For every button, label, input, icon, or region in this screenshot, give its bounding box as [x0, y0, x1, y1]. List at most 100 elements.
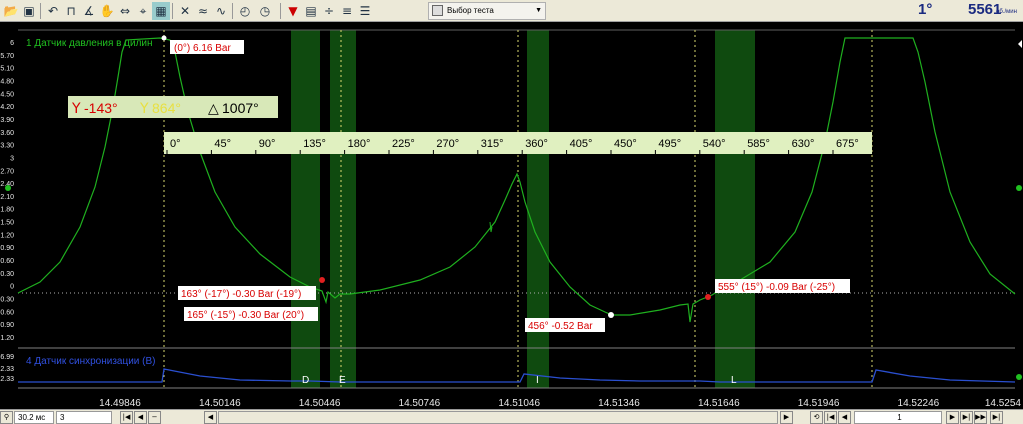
- x-tick-label: 14.5254: [985, 398, 1022, 409]
- delta-angle: 1007°: [222, 100, 259, 116]
- channel-value: 3: [60, 413, 65, 422]
- marker2-label: 165° (-15°) -0.30 Bar (20°): [187, 310, 304, 321]
- degree-tick-label: 90°: [259, 138, 276, 150]
- x-tick-label: 14.51346: [598, 398, 640, 409]
- x-tick-label: 14.51646: [698, 398, 740, 409]
- rewind-icon[interactable]: ⟲: [810, 411, 823, 424]
- scale-icon[interactable]: ⊓: [62, 2, 80, 20]
- back-icon[interactable]: ◀: [838, 411, 851, 424]
- degree-tick-label: 0°: [170, 138, 181, 150]
- scroll-right-icon[interactable]: ▶: [780, 411, 793, 424]
- end-icon[interactable]: ▶|: [990, 411, 1003, 424]
- measure-icon[interactable]: ∡: [80, 2, 98, 20]
- page-field[interactable]: 1: [854, 411, 942, 424]
- y2-tick-label: 36.99: [0, 354, 14, 361]
- y-tick-label: 0.30: [0, 271, 14, 278]
- degree-tick-label: 540°: [703, 138, 726, 150]
- y-tick-label: 2.70: [0, 168, 14, 175]
- hand-icon[interactable]: ✋: [98, 2, 116, 20]
- zone-d-label: D: [302, 375, 309, 386]
- pressure-plot[interactable]: 6 5.70 5.10 4.80 4.50 4.20 3.90 3.60 3.30 3 2.70 2.…: [0, 22, 1023, 409]
- y2-axis-ticks: 36.99 12.33 12.33: [0, 354, 14, 383]
- cursor-icon[interactable]: ⌖: [134, 2, 152, 20]
- chevron-down-icon: ▼: [535, 7, 542, 14]
- zoom-fit-icon[interactable]: ⇔: [116, 2, 134, 20]
- marker1-dot[interactable]: [319, 277, 325, 283]
- degree-tick-label: 225°: [392, 138, 415, 150]
- degree-tick-label: 45°: [214, 138, 231, 150]
- zone-i-label: I: [536, 375, 539, 386]
- marker-filter-icon[interactable]: ▼: [284, 2, 302, 20]
- prev-page-icon[interactable]: ◀: [134, 411, 147, 424]
- y-tick-label: 0.90: [0, 245, 14, 252]
- yellow-cursor-icon: Y: [139, 101, 149, 117]
- y-tick-label: -0.30: [0, 297, 14, 304]
- channel4-label: 4 Датчик синхронизации (В): [26, 356, 155, 367]
- rpm-unit: об./мин: [996, 9, 1017, 15]
- zoom-icon[interactable]: ⚲: [0, 411, 13, 424]
- y2-tick-label: 12.33: [0, 366, 14, 373]
- y-tick-label: -1.20: [0, 335, 14, 342]
- list-icon[interactable]: ☰: [356, 2, 374, 20]
- channel-select[interactable]: 3: [56, 411, 112, 424]
- main-toolbar: 📂 ▣ ↶ ⊓ ∡ ✋ ⇔ ⌖ ▦ ✕ ≈ ∿ ◴ ◷ ▼ ▤ ÷ ≡ ☰ Вы…: [0, 0, 1023, 22]
- zone-d: [291, 30, 320, 388]
- top-marker-dot[interactable]: [161, 35, 167, 41]
- x-tick-label: 14.51946: [798, 398, 840, 409]
- y-tick-label: 2.10: [0, 194, 14, 201]
- step-forward-icon[interactable]: ▶|: [960, 411, 973, 424]
- align-icon[interactable]: ≡: [338, 2, 356, 20]
- y-tick-label: 4.20: [0, 104, 14, 111]
- rpm-angle: 1°: [918, 1, 933, 18]
- first-page-icon[interactable]: |◀: [120, 411, 133, 424]
- y-tick-label: 5.10: [0, 66, 14, 73]
- y-tick-label: -0.60: [0, 309, 14, 316]
- scroll-left-icon[interactable]: ◀: [204, 411, 217, 424]
- y-tick-label: 1.80: [0, 207, 14, 214]
- table-icon[interactable]: ▤: [302, 2, 320, 20]
- horizontal-scrollbar[interactable]: [218, 411, 778, 424]
- degree-tick-label: 450°: [614, 138, 637, 150]
- degree-tick-label: 360°: [525, 138, 548, 150]
- display-mode-icon[interactable]: ▦: [152, 2, 170, 20]
- right-level-marker-2[interactable]: [1016, 374, 1022, 380]
- undo-icon[interactable]: ↶: [44, 2, 62, 20]
- x-tick-label: 14.51046: [498, 398, 540, 409]
- y-tick-label: 3.30: [0, 143, 14, 150]
- time-scale-value: 30.2 мс: [18, 413, 46, 422]
- y-tick-label: 3.60: [0, 130, 14, 137]
- step-back-icon[interactable]: |◀: [824, 411, 837, 424]
- save-icon[interactable]: ▣: [20, 2, 38, 20]
- page-value: 1: [897, 413, 902, 422]
- degree-tick-label: 315°: [481, 138, 504, 150]
- red-cursor-angle: -143°: [84, 100, 118, 116]
- x-tick-label: 14.49846: [99, 398, 141, 409]
- open-icon[interactable]: 📂: [2, 2, 20, 20]
- forward-icon[interactable]: ▶: [946, 411, 959, 424]
- marker4-dot[interactable]: [705, 294, 711, 300]
- fast-forward-icon[interactable]: ▶▶: [974, 411, 987, 424]
- y-tick-label: 4.50: [0, 91, 14, 98]
- degree-tick-label: 630°: [792, 138, 815, 150]
- oscilloscope-window: 📂 ▣ ↶ ⊓ ∡ ✋ ⇔ ⌖ ▦ ✕ ≈ ∿ ◴ ◷ ▼ ▤ ÷ ≡ ☰ Вы…: [0, 0, 1023, 424]
- degree-tick-label: 135°: [303, 138, 326, 150]
- marker1-label: 163° (-17°) -0.30 Bar (-19°): [181, 289, 301, 300]
- status-bar: ⚲ 30.2 мс 3 |◀ ◀ − ◀ ▶ ⟲ |◀ ◀ 1 ▶ ▶| ▶▶ …: [0, 409, 1023, 424]
- split-icon[interactable]: ÷: [320, 2, 338, 20]
- filter-icon[interactable]: ✕: [176, 2, 194, 20]
- wave-icon[interactable]: ≈: [194, 2, 212, 20]
- phase-icon[interactable]: ◷: [256, 2, 274, 20]
- zone-i: [527, 30, 549, 388]
- y-tick-label: 3: [10, 155, 14, 162]
- test-select-dropdown[interactable]: Выбор теста ▼: [428, 2, 546, 20]
- right-level-marker[interactable]: [1016, 185, 1022, 191]
- peaks-icon[interactable]: ∿: [212, 2, 230, 20]
- y2-tick-label: 12.33: [0, 376, 14, 383]
- x-tick-label: 14.52246: [898, 398, 940, 409]
- marker3-dot[interactable]: [608, 312, 614, 318]
- delta-icon: △: [208, 101, 219, 117]
- angle-icon[interactable]: ◴: [236, 2, 254, 20]
- zoom-out-icon[interactable]: −: [148, 411, 161, 424]
- time-scale-field[interactable]: 30.2 мс: [14, 411, 54, 424]
- left-level-marker[interactable]: [5, 185, 11, 191]
